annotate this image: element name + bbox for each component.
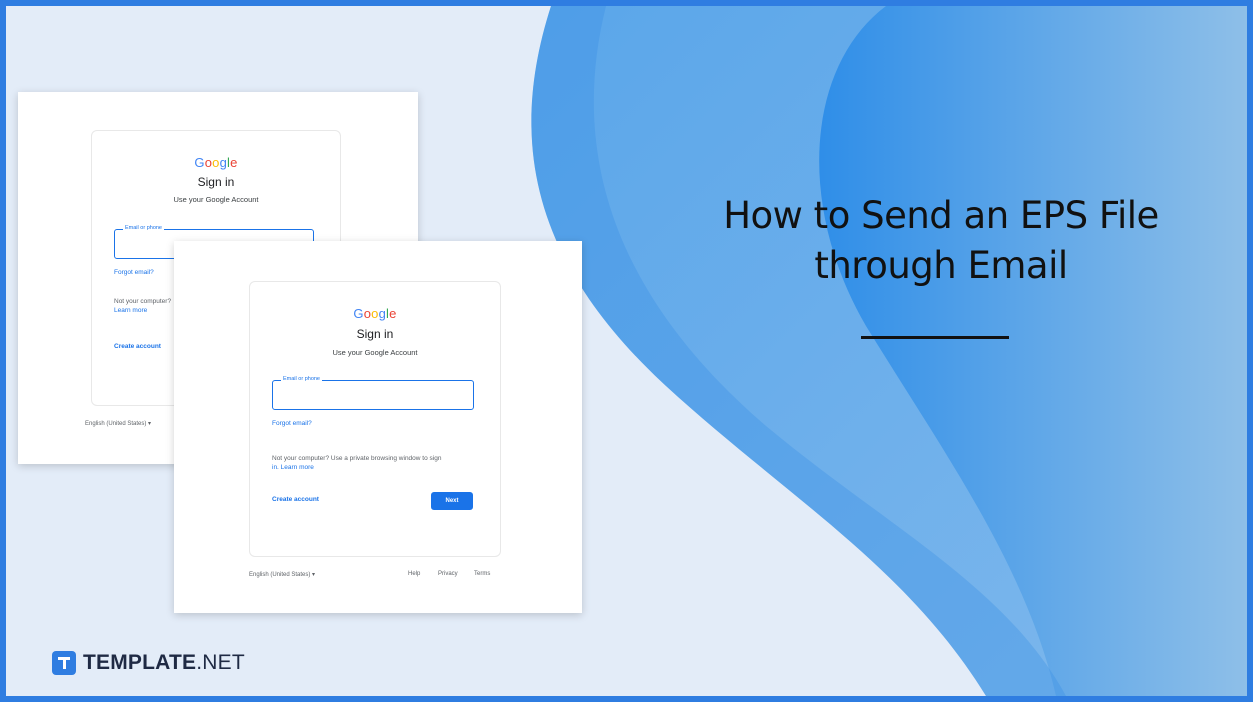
- email-field-label: Email or phone: [281, 376, 322, 382]
- forgot-email-link[interactable]: Forgot email?: [272, 420, 312, 427]
- signin-title: Sign in: [197, 175, 235, 189]
- template-net-logo[interactable]: TEMPLATE.NET: [52, 650, 245, 676]
- headline-line-2: through Email: [814, 244, 1068, 287]
- language-selector[interactable]: English (United States) ▾: [85, 420, 151, 427]
- signin-panel: Google Sign in Use your Google Account E…: [249, 281, 501, 557]
- slide-frame: Google Sign in Use your Google Account E…: [6, 6, 1247, 696]
- template-t-icon: [52, 651, 76, 675]
- language-selector[interactable]: English (United States) ▾: [249, 571, 315, 578]
- google-logo: Google: [194, 155, 238, 170]
- headline-line-1: How to Send an EPS File: [723, 194, 1159, 237]
- create-account-link[interactable]: Create account: [272, 496, 319, 503]
- brand-name: TEMPLATE.NET: [83, 651, 245, 674]
- guest-mode-text: Not your computer?: [114, 298, 172, 305]
- headline-underline: [861, 336, 1009, 339]
- help-link[interactable]: Help: [408, 571, 420, 577]
- signin-screenshot-front: Google Sign in Use your Google Account E…: [174, 241, 582, 613]
- article-headline: How to Send an EPS File through Email: [661, 191, 1221, 291]
- next-button[interactable]: Next: [431, 492, 473, 510]
- learn-more-link[interactable]: in. Learn more: [272, 464, 314, 471]
- wave-dark: [819, 6, 1247, 696]
- guest-mode-text: Not your computer? Use a private browsin…: [272, 455, 442, 462]
- privacy-link[interactable]: Privacy: [438, 571, 458, 577]
- email-field-label: Email or phone: [123, 225, 164, 231]
- forgot-email-link[interactable]: Forgot email?: [114, 269, 154, 276]
- learn-more-link[interactable]: Learn more: [114, 307, 147, 314]
- signin-subtitle: Use your Google Account: [173, 195, 259, 204]
- signin-subtitle: Use your Google Account: [332, 348, 418, 357]
- create-account-link[interactable]: Create account: [114, 343, 161, 350]
- signin-title: Sign in: [356, 327, 394, 341]
- terms-link[interactable]: Terms: [474, 571, 490, 577]
- email-field[interactable]: Email or phone: [272, 376, 474, 410]
- google-logo: Google: [353, 306, 397, 321]
